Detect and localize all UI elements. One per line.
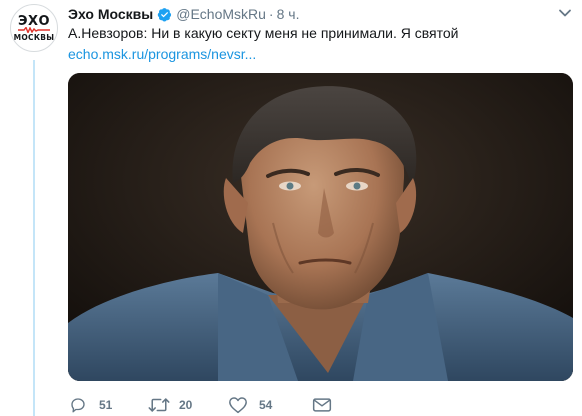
logo-bottom-text: МОСКВЫ	[13, 33, 55, 42]
envelope-icon	[312, 398, 332, 412]
chevron-down-icon[interactable]	[558, 8, 572, 18]
tweet-header: Эхо Москвы @EchoMskRu · 8 ч.	[68, 5, 299, 23]
like-count: 54	[259, 398, 273, 412]
reply-count: 51	[99, 398, 113, 412]
reply-icon	[71, 398, 85, 413]
avatar[interactable]: ЭХО МОСКВЫ	[10, 4, 58, 52]
tweet-text: А.Невзоров: Ни в какую секту меня не при…	[68, 25, 459, 41]
author-handle[interactable]: @EchoMskRu	[176, 6, 266, 22]
retweet-icon	[148, 398, 170, 412]
author-name[interactable]: Эхо Москвы	[68, 6, 153, 22]
portrait-photo	[68, 73, 573, 381]
verified-badge-icon	[158, 8, 172, 22]
thread-line	[33, 60, 35, 416]
heart-icon	[229, 397, 247, 414]
echo-moskvy-logo[interactable]: ЭХО МОСКВЫ	[10, 4, 58, 52]
tweet-timestamp[interactable]: 8 ч.	[277, 6, 300, 22]
header-separator: ·	[268, 6, 274, 22]
tweet-photo[interactable]	[68, 73, 573, 381]
retweet-count: 20	[179, 398, 193, 412]
tweet-link[interactable]: echo.msk.ru/programs/nevsr...	[68, 45, 256, 63]
